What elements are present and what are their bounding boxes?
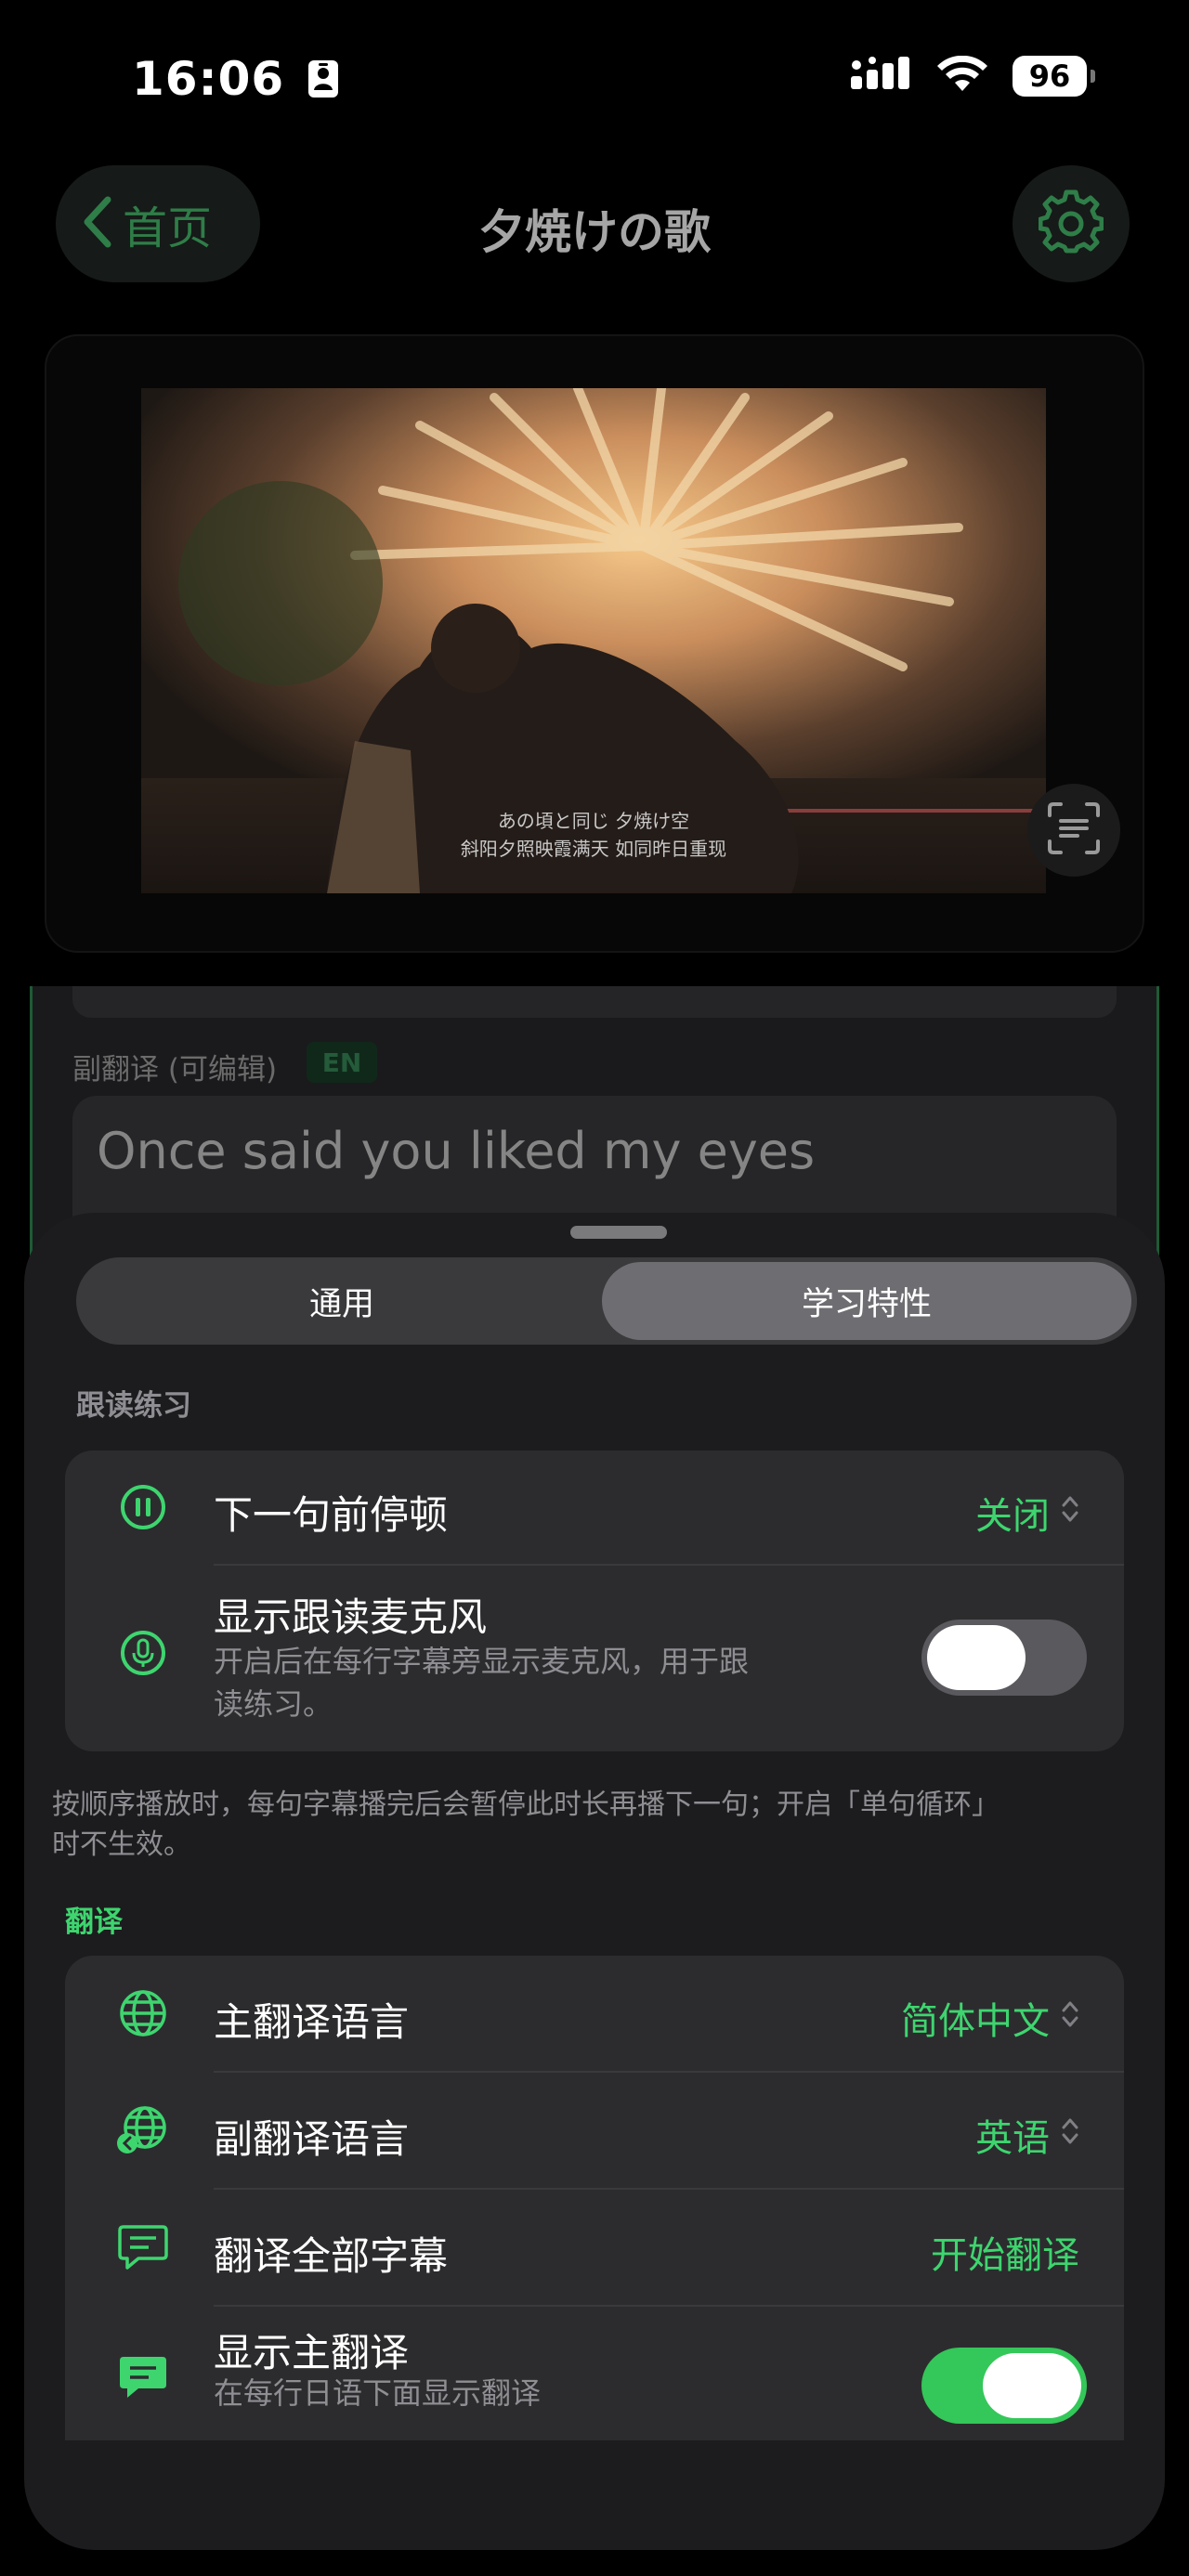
chevron-updown-icon xyxy=(1061,2114,1079,2156)
show-primary-toggle[interactable] xyxy=(921,2348,1087,2424)
primary-language-value: 简体中文 xyxy=(901,2000,1050,2043)
toggle-knob xyxy=(927,1625,1026,1690)
primary-translation-field[interactable] xyxy=(72,986,1117,1018)
status-time: 16:06 xyxy=(132,52,339,110)
tab-general[interactable]: 通用 xyxy=(82,1262,602,1340)
sheet-grabber[interactable] xyxy=(570,1226,667,1239)
secondary-language-picker[interactable]: 英语 xyxy=(975,2108,1079,2162)
id-card-icon xyxy=(307,56,339,110)
video-frame[interactable]: あの頃と同じ 夕焼け空 斜阳夕照映霞满天 如同昨日重现 xyxy=(141,388,1046,893)
settings-button[interactable] xyxy=(1013,165,1130,282)
alt-translation-label: 副翻译 (可编辑) xyxy=(72,1053,278,1086)
segmented-control: 通用 学习特性 xyxy=(76,1257,1137,1345)
language-badge: EN xyxy=(307,1042,377,1083)
chevron-updown-icon xyxy=(1061,1997,1079,2039)
wifi-icon xyxy=(936,55,988,97)
status-time-text: 16:06 xyxy=(132,52,285,106)
secondary-language-label: 副翻译语言 xyxy=(214,2116,410,2162)
section-header-shadowing: 跟读练习 xyxy=(76,1389,191,1423)
battery-level: 96 xyxy=(1028,59,1071,94)
pause-value: 关闭 xyxy=(975,1495,1050,1538)
globe-icon xyxy=(115,1985,171,2041)
subtitle-cn: 斜阳夕照映霞满天 如同昨日重现 xyxy=(460,838,727,860)
pause-circle-icon xyxy=(115,1479,171,1535)
message-icon xyxy=(115,2219,171,2275)
status-icons: 96 xyxy=(851,55,1095,97)
chevron-updown-icon xyxy=(1061,1491,1079,1534)
mic-toggle[interactable] xyxy=(921,1620,1087,1696)
subtitle-jp: あの頃と同じ 夕焼け空 xyxy=(497,810,690,832)
secondary-language-value: 英语 xyxy=(975,2117,1050,2160)
battery-icon: 96 xyxy=(1013,56,1095,97)
shadowing-footnote: 按顺序播放时，每句字幕播完后会暂停此时长再播下一句；开启「单句循环」时不生效。 xyxy=(52,1789,1000,1861)
signal-icon xyxy=(851,56,912,97)
pause-row[interactable]: 下一句前停顿 关闭 xyxy=(65,1451,1124,1564)
mic-circle-icon xyxy=(115,1625,171,1681)
scan-text-button[interactable] xyxy=(1027,784,1120,877)
mic-title: 显示跟读麦克风 xyxy=(214,1594,488,1640)
message-fill-icon xyxy=(115,2349,171,2405)
scan-text-icon xyxy=(1046,800,1102,860)
globe-back-icon xyxy=(115,2102,171,2158)
translation-group: 主翻译语言 简体中文 副翻译语言 英语 翻译全部字幕 开始翻译 显示主翻译 在每… xyxy=(65,1956,1124,2440)
start-translate-button[interactable]: 开始翻译 xyxy=(931,2225,1079,2279)
tab-learning[interactable]: 学习特性 xyxy=(602,1262,1131,1340)
page-title: 夕焼けの歌 xyxy=(478,205,711,259)
gear-icon xyxy=(1038,189,1104,258)
mic-description: 开启后在每行字幕旁显示麦克风，用于跟读练习。 xyxy=(214,1644,750,1722)
primary-language-row[interactable]: 主翻译语言 简体中文 xyxy=(65,1956,1124,2071)
primary-language-label: 主翻译语言 xyxy=(214,1999,410,2045)
toggle-knob xyxy=(983,2353,1081,2418)
pause-value-picker[interactable]: 关闭 xyxy=(975,1486,1079,1540)
show-primary-row: 显示主翻译 在每行日语下面显示翻译 xyxy=(65,2307,1124,2440)
shadowing-group: 下一句前停顿 关闭 显示跟读麦克风 开启后在每行字幕旁显示麦克风，用于跟读练习。 xyxy=(65,1451,1124,1751)
secondary-language-row[interactable]: 副翻译语言 英语 xyxy=(65,2073,1124,2188)
primary-language-picker[interactable]: 简体中文 xyxy=(901,1991,1079,2045)
section-header-translation: 翻译 xyxy=(65,1906,123,1939)
mic-row: 显示跟读麦克风 开启后在每行字幕旁显示麦克风，用于跟读练习。 xyxy=(65,1566,1124,1751)
translate-all-label: 翻译全部字幕 xyxy=(214,2233,449,2279)
show-primary-title: 显示主翻译 xyxy=(214,2330,410,2375)
pause-label: 下一句前停顿 xyxy=(214,1492,449,1538)
translate-all-row[interactable]: 翻译全部字幕 开始翻译 xyxy=(65,2190,1124,2305)
show-primary-description: 在每行日语下面显示翻译 xyxy=(214,2375,542,2411)
